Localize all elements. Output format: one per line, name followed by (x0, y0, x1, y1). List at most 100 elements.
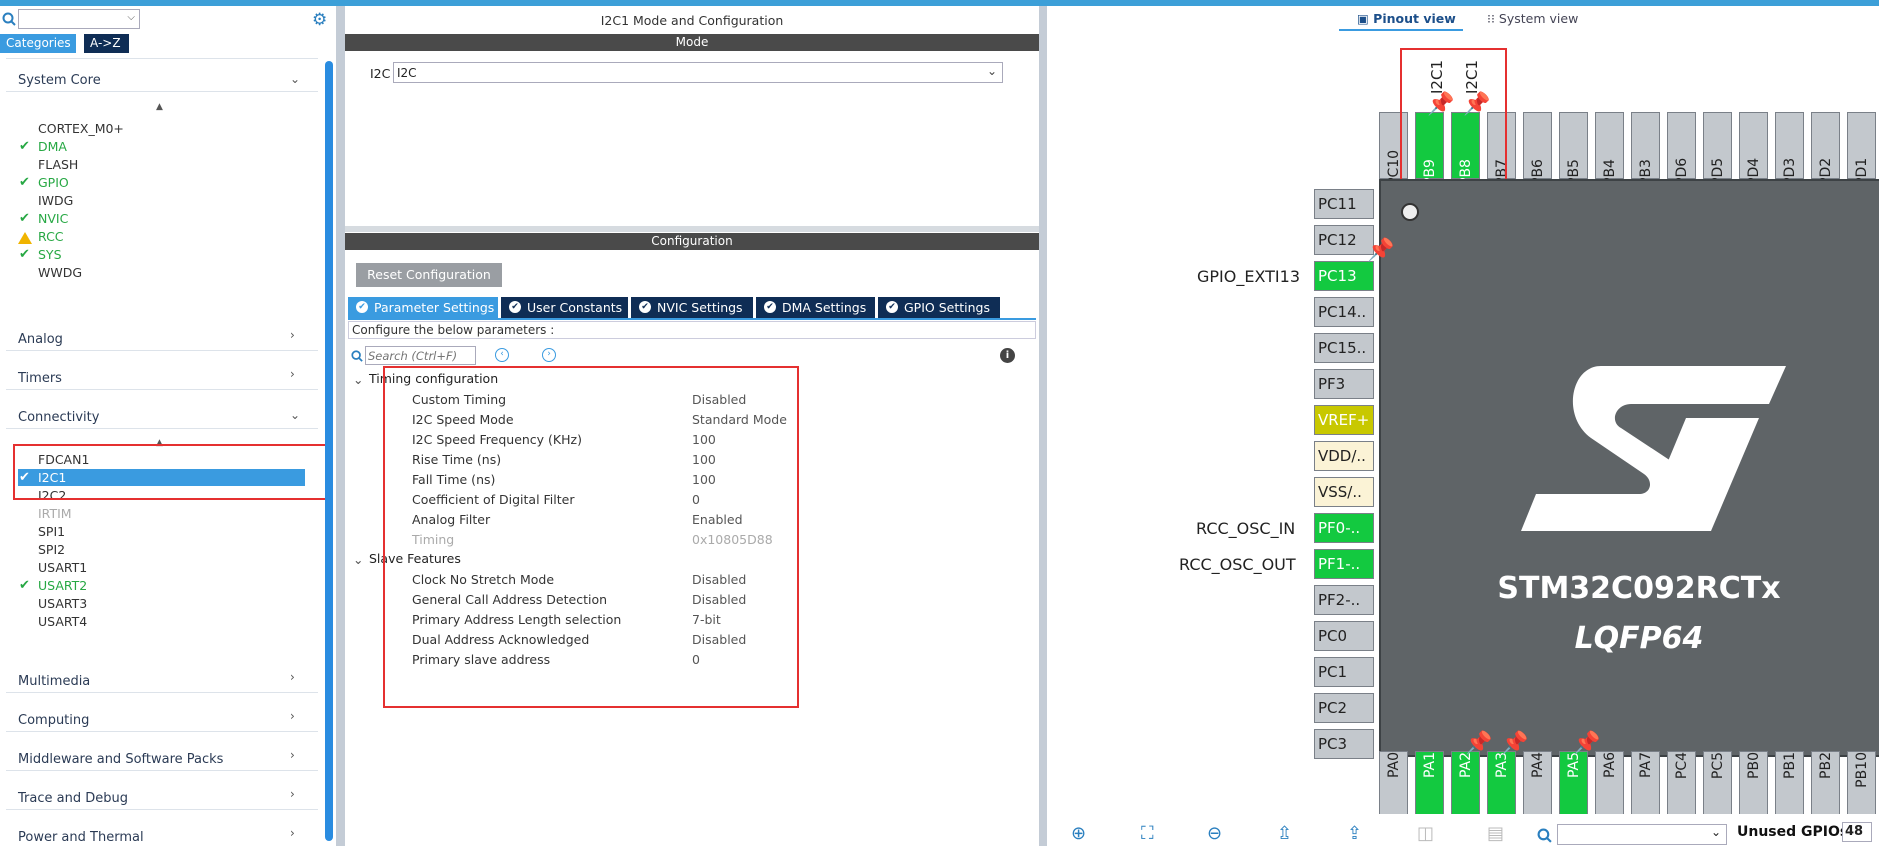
section-middleware[interactable]: Middleware and Software Packs (18, 752, 223, 767)
list-item[interactable]: GPIO (38, 174, 69, 191)
pin[interactable]: PC5 (1703, 751, 1732, 821)
panel-splitter[interactable] (336, 6, 345, 846)
chevron-right-icon[interactable]: › (290, 709, 295, 723)
list-item[interactable]: USART4 (38, 613, 87, 630)
section-power-thermal[interactable]: Power and Thermal (18, 830, 144, 845)
pin[interactable]: PA1 (1415, 751, 1444, 821)
pin[interactable]: PC4 (1667, 751, 1696, 821)
tab-categories[interactable]: Categories (0, 34, 76, 53)
pin[interactable]: PA0 (1379, 751, 1408, 821)
chevron-right-icon[interactable]: › (290, 748, 295, 762)
pin[interactable]: PB3 (1631, 112, 1660, 186)
pin[interactable]: PC2 (1314, 693, 1374, 723)
pin[interactable]: PC11 (1314, 189, 1374, 219)
pin[interactable]: PD2 (1811, 112, 1840, 186)
pin[interactable]: PD6 (1667, 112, 1696, 186)
list-item[interactable]: RCC (38, 228, 64, 245)
list-item[interactable]: IWDG (38, 192, 73, 209)
pin[interactable]: PB0 (1739, 751, 1768, 821)
reset-configuration-button[interactable]: Reset Configuration (356, 263, 502, 287)
pin[interactable]: PC1 (1314, 657, 1374, 687)
section-computing[interactable]: Computing (18, 713, 89, 728)
chevron-right-icon[interactable]: › (290, 787, 295, 801)
tab-system-view[interactable]: ⁝⁝ System view (1487, 11, 1578, 26)
pin[interactable]: PA5 (1559, 751, 1588, 821)
export-icon[interactable]: ⇫ (1277, 823, 1292, 844)
sort-icon[interactable]: ▲ (156, 102, 163, 112)
chevron-right-icon[interactable]: › (290, 826, 295, 840)
pin[interactable]: PC15.. (1314, 333, 1374, 363)
mode-select[interactable]: I2C ⌄ (393, 62, 1003, 83)
pin[interactable]: PB6 (1523, 112, 1552, 186)
gear-icon[interactable]: ⚙ (312, 11, 330, 29)
pin[interactable]: PA6 (1595, 751, 1624, 821)
fit-icon[interactable]: ⛶ (1141, 823, 1154, 844)
chevron-right-icon[interactable]: › (290, 670, 295, 684)
pin[interactable]: PC13 (1314, 261, 1374, 291)
save-icon[interactable]: ⇪ (1347, 823, 1362, 844)
list-item[interactable]: SPI2 (38, 541, 65, 558)
pin[interactable]: VDD/.. (1314, 441, 1374, 471)
list-item[interactable]: DMA (38, 138, 67, 155)
section-trace-debug[interactable]: Trace and Debug (18, 791, 128, 806)
pin[interactable]: PD4 (1739, 112, 1768, 186)
pin[interactable]: PF2-.. (1314, 585, 1374, 615)
pin[interactable]: PF1-.. (1314, 549, 1374, 579)
pin[interactable]: PF3 (1314, 369, 1374, 399)
section-analog[interactable]: Analog (18, 332, 63, 347)
list-item[interactable]: USART2 (38, 577, 87, 594)
pin[interactable]: VREF+ (1314, 405, 1374, 435)
section-system-core[interactable]: System Core (18, 73, 101, 88)
tab-user-constants[interactable]: ✔ User Constants (501, 297, 628, 318)
pin[interactable]: PB10 (1847, 751, 1876, 821)
pin[interactable]: PB1 (1775, 751, 1804, 821)
chevron-down-icon[interactable]: ⌄ (290, 72, 300, 86)
previous-icon[interactable]: ‹ (495, 348, 509, 362)
pin[interactable]: PA3 (1487, 751, 1516, 821)
pin[interactable]: PC12 (1314, 225, 1374, 255)
zoom-out-icon[interactable]: ⊖ (1207, 823, 1222, 844)
tab-dma-settings[interactable]: ✔ DMA Settings (756, 297, 875, 318)
pin[interactable]: PF0-.. (1314, 513, 1374, 543)
tab-parameter-settings[interactable]: ✔ Parameter Settings (348, 297, 498, 318)
tab-a-to-z[interactable]: A->Z (84, 34, 129, 53)
pin[interactable]: PB2 (1811, 751, 1840, 821)
list-item[interactable]: IRTIM (38, 505, 72, 522)
chevron-down-icon[interactable]: ⌄ (353, 551, 363, 569)
chevron-down-icon[interactable]: ⌄ (353, 371, 363, 389)
list-item[interactable]: USART3 (38, 595, 87, 612)
pin-search-combo[interactable]: ⌄ (1557, 824, 1727, 845)
pin[interactable]: VSS/.. (1314, 477, 1374, 507)
pin[interactable]: PA7 (1631, 751, 1660, 821)
pin[interactable]: PD5 (1703, 112, 1732, 186)
panel-splitter[interactable] (1039, 6, 1047, 846)
list-item[interactable]: SYS (38, 246, 62, 263)
list-item[interactable]: FLASH (38, 156, 78, 173)
section-connectivity[interactable]: Connectivity (18, 410, 99, 425)
section-multimedia[interactable]: Multimedia (18, 674, 90, 689)
info-icon[interactable]: i (1000, 348, 1015, 363)
list-item[interactable]: NVIC (38, 210, 68, 227)
pin[interactable]: PC14.. (1314, 297, 1374, 327)
pin[interactable]: PD3 (1775, 112, 1804, 186)
pin[interactable]: PD1 (1847, 112, 1876, 186)
next-icon[interactable]: › (542, 348, 556, 362)
chevron-right-icon[interactable]: › (290, 367, 295, 381)
pin[interactable]: PA4 (1523, 751, 1552, 821)
tab-gpio-settings[interactable]: ✔ GPIO Settings (878, 297, 1000, 318)
section-timers[interactable]: Timers (18, 371, 62, 386)
scrollbar[interactable] (325, 61, 333, 841)
zoom-in-icon[interactable]: ⊕ (1071, 823, 1086, 844)
tab-nvic-settings[interactable]: ✔ NVIC Settings (631, 297, 753, 318)
list-item[interactable]: WWDG (38, 264, 82, 281)
pin[interactable]: PC3 (1314, 729, 1374, 759)
list-item[interactable]: SPI1 (38, 523, 65, 540)
chevron-down-icon[interactable]: ⌄ (290, 408, 300, 422)
list-item[interactable]: CORTEX_M0+ (38, 120, 124, 137)
pin[interactable]: PA2 (1451, 751, 1480, 821)
chevron-right-icon[interactable]: › (290, 328, 295, 342)
tab-pinout-view[interactable]: ▣ Pinout view (1357, 11, 1456, 26)
pin[interactable]: PC0 (1314, 621, 1374, 651)
param-search-input[interactable] (365, 346, 476, 365)
pin[interactable]: PB4 (1595, 112, 1624, 186)
